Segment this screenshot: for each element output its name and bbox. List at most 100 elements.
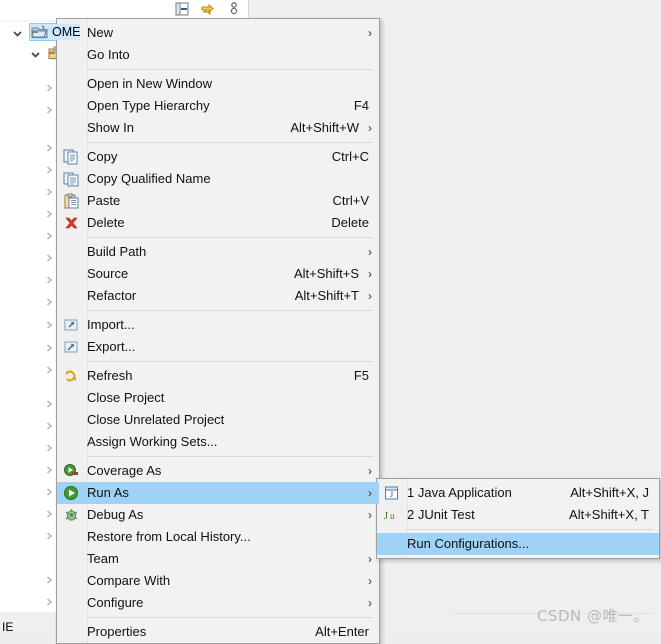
menu-item-label: Coverage As <box>87 463 162 478</box>
menu-item-delete[interactable]: Delete Delete <box>57 212 379 234</box>
submenu-arrow-icon: › <box>368 508 372 522</box>
menu-item-copy[interactable]: Copy Ctrl+C <box>57 146 379 168</box>
chevron-right-icon[interactable] <box>44 419 54 430</box>
menu-item-build-path[interactable]: Build Path › <box>57 241 379 263</box>
workbench-background: OME IE New › Go Into Open in New Window … <box>0 0 661 644</box>
menu-item-go-into[interactable]: Go Into <box>57 44 379 66</box>
menu-item-label: Properties <box>87 624 147 639</box>
menu-item-copy-qualified-name[interactable]: Copy Qualified Name <box>57 168 379 190</box>
submenu-arrow-icon: › <box>368 486 372 500</box>
chevron-right-icon[interactable] <box>44 485 54 496</box>
chevron-down-icon[interactable] <box>12 27 23 38</box>
chevron-right-icon[interactable] <box>44 103 54 114</box>
menu-item-team[interactable]: Team › <box>57 548 379 570</box>
junit-icon: J u <box>383 507 400 523</box>
submenu-item-java-application[interactable]: J 1 Java Application Alt+Shift+X, J <box>377 482 659 504</box>
menu-separator <box>87 69 373 70</box>
menu-item-shortcut: Alt+Shift+T <box>294 288 359 303</box>
chevron-right-icon[interactable] <box>44 463 54 474</box>
menu-item-open-type-hierarchy[interactable]: Open Type Hierarchy F4 <box>57 95 379 117</box>
menu-item-label: Refresh <box>87 368 133 383</box>
package-explorer-toolbar <box>0 0 249 20</box>
menu-item-label: Restore from Local History... <box>87 529 251 544</box>
copy-qualified-name-icon <box>63 171 80 187</box>
submenu-arrow-icon: › <box>368 464 372 478</box>
submenu-arrow-icon: › <box>368 26 372 40</box>
menu-item-open-in-new-window[interactable]: Open in New Window <box>57 73 379 95</box>
menu-item-label: Open Type Hierarchy <box>87 98 210 113</box>
menu-item-coverage-as[interactable]: Coverage As › <box>57 460 379 482</box>
copy-icon <box>63 149 80 165</box>
view-menu-icon[interactable] <box>225 1 243 18</box>
menu-item-close-project[interactable]: Close Project <box>57 387 379 409</box>
chevron-right-icon[interactable] <box>44 207 54 218</box>
menu-item-assign-working-sets[interactable]: Assign Working Sets... <box>57 431 379 453</box>
menu-item-shortcut: F5 <box>353 368 369 383</box>
menu-item-label: Export... <box>87 339 136 354</box>
chevron-right-icon[interactable] <box>44 273 54 284</box>
menu-item-refactor[interactable]: Refactor Alt+Shift+T › <box>57 285 379 307</box>
tree-node-label: OME <box>52 24 81 40</box>
chevron-right-icon[interactable] <box>44 81 54 92</box>
submenu-item-shortcut: Alt+Shift+X, T <box>569 507 649 522</box>
menu-item-compare-with[interactable]: Compare With › <box>57 570 379 592</box>
java-project-icon <box>31 24 48 40</box>
chevron-right-icon[interactable] <box>44 141 54 152</box>
menu-item-paste[interactable]: Paste Ctrl+V <box>57 190 379 212</box>
submenu-item-run-configurations[interactable]: Run Configurations... <box>377 533 659 555</box>
menu-item-export[interactable]: Export... <box>57 336 379 358</box>
menu-item-label: Delete <box>87 215 125 230</box>
submenu-item-shortcut: Alt+Shift+X, J <box>570 485 649 500</box>
chevron-right-icon[interactable] <box>44 185 54 196</box>
chevron-right-icon[interactable] <box>44 595 54 606</box>
run-as-submenu[interactable]: J 1 Java Application Alt+Shift+X, J J u … <box>376 478 660 559</box>
coverage-as-icon <box>63 463 80 479</box>
menu-item-label: Build Path <box>87 244 147 259</box>
chevron-right-icon[interactable] <box>44 295 54 306</box>
menu-item-new[interactable]: New › <box>57 22 379 44</box>
menu-item-shortcut: Ctrl+V <box>332 193 369 208</box>
chevron-right-icon[interactable] <box>44 441 54 452</box>
chevron-right-icon[interactable] <box>44 229 54 240</box>
menu-item-debug-as[interactable]: Debug As › <box>57 504 379 526</box>
chevron-right-icon[interactable] <box>44 529 54 540</box>
submenu-separator <box>407 529 653 530</box>
submenu-item-junit-test[interactable]: J u 2 JUnit Test Alt+Shift+X, T <box>377 504 659 526</box>
menu-item-shortcut: F4 <box>353 98 369 113</box>
chevron-right-icon[interactable] <box>44 163 54 174</box>
menu-item-label: Close Unrelated Project <box>87 412 225 427</box>
menu-separator <box>87 456 373 457</box>
context-menu[interactable]: New › Go Into Open in New Window Open Ty… <box>56 18 380 644</box>
watermark-text: CSDN @唯一。 <box>536 607 649 625</box>
collapse-all-icon[interactable] <box>173 1 191 18</box>
menu-item-source[interactable]: Source Alt+Shift+S › <box>57 263 379 285</box>
chevron-right-icon[interactable] <box>44 573 54 584</box>
chevron-right-icon[interactable] <box>44 507 54 518</box>
chevron-right-icon[interactable] <box>44 251 54 262</box>
menu-item-run-as[interactable]: Run As › <box>57 482 379 504</box>
menu-item-label: Import... <box>87 317 135 332</box>
context-menu-items: New › Go Into Open in New Window Open Ty… <box>57 19 379 643</box>
svg-text:u: u <box>390 511 395 521</box>
menu-item-label: Source <box>87 266 129 281</box>
submenu-arrow-icon: › <box>368 552 372 566</box>
menu-item-close-unrelated-project[interactable]: Close Unrelated Project <box>57 409 379 431</box>
menu-item-properties[interactable]: Properties Alt+Enter <box>57 621 379 643</box>
menu-item-label: Refactor <box>87 288 137 303</box>
chevron-right-icon[interactable] <box>44 341 54 352</box>
submenu-arrow-icon: › <box>368 267 372 281</box>
chevron-right-icon[interactable] <box>44 363 54 374</box>
menu-item-restore-from-local-history[interactable]: Restore from Local History... <box>57 526 379 548</box>
menu-item-import[interactable]: Import... <box>57 314 379 336</box>
menu-item-label: Copy Qualified Name <box>87 171 211 186</box>
menu-item-show-in[interactable]: Show In Alt+Shift+W › <box>57 117 379 139</box>
submenu-item-label: Run Configurations... <box>407 536 530 551</box>
chevron-right-icon[interactable] <box>44 318 54 329</box>
chevron-down-icon[interactable] <box>30 48 41 59</box>
menu-item-configure[interactable]: Configure › <box>57 592 379 614</box>
menu-item-shortcut: Delete <box>331 215 369 230</box>
menu-item-refresh[interactable]: Refresh F5 <box>57 365 379 387</box>
link-with-editor-icon[interactable] <box>199 1 217 18</box>
tree-bottom-truncated-label: IE <box>2 620 14 634</box>
chevron-right-icon[interactable] <box>44 397 54 408</box>
